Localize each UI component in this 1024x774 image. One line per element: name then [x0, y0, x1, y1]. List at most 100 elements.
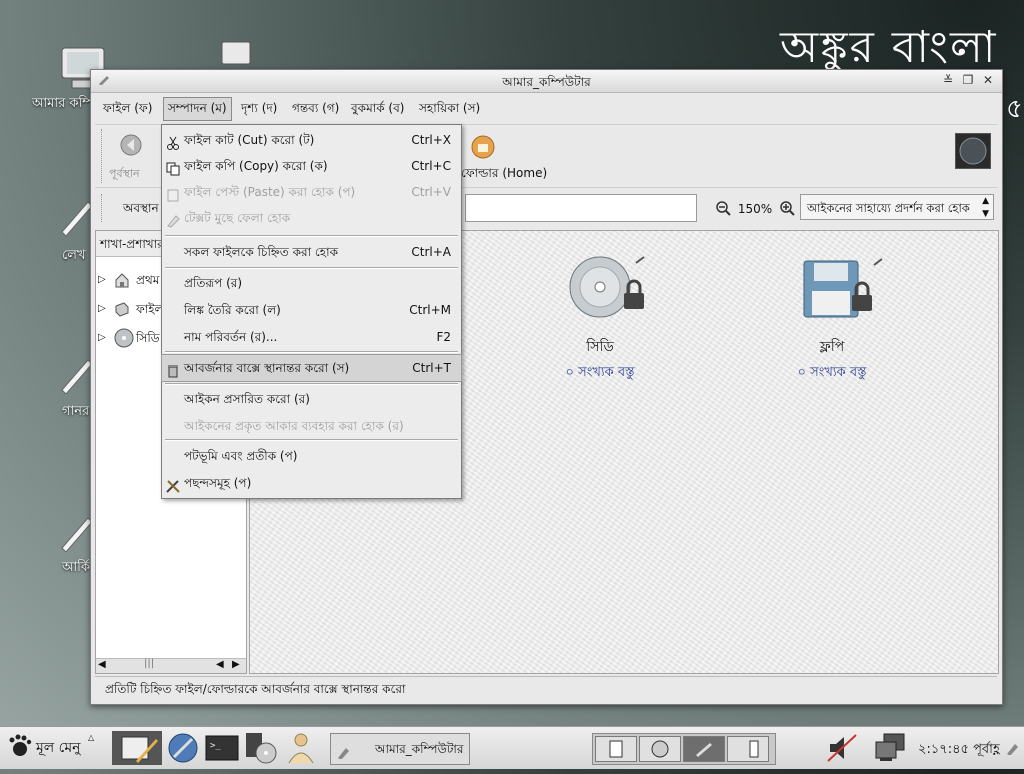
menu-item-label: ফাইল কাট (Cut) করো (ট): [184, 133, 315, 147]
launcher-editor-icon[interactable]: [112, 731, 162, 765]
shade-icon[interactable]: ≚: [941, 73, 955, 87]
expander-icon[interactable]: ▷: [98, 325, 106, 351]
expander-icon[interactable]: ▷: [98, 267, 106, 293]
workspace-2[interactable]: [639, 736, 681, 762]
workspace-3-active[interactable]: [683, 736, 725, 762]
scroll-right-icon[interactable]: ▶: [232, 659, 240, 670]
menu-item-rename[interactable]: নাম পরিবর্তন (র)... F2: [162, 324, 461, 350]
cd-info: ০ সংখ্যক বস্তু: [565, 365, 635, 380]
menu-item-label: নাম পরিবর্তন (র)...: [184, 330, 278, 344]
home-button-label[interactable]: ফোল্ডার (Home): [461, 165, 547, 185]
desktop-icon-label-writer[interactable]: লেখ: [62, 246, 86, 267]
network-icon[interactable]: [872, 732, 908, 767]
menu-item-select-all[interactable]: সকল ফাইলকে চিহ্নিত করা হোক Ctrl+A: [162, 239, 461, 265]
menu-item-move-to-trash[interactable]: আবর্জনার বাক্সে স্থানান্তর করো (স) Ctrl+…: [161, 354, 462, 382]
task-window-icon: [337, 740, 351, 770]
workspace-pager: [592, 733, 776, 765]
desktop-edge-glyph: ৫: [1006, 94, 1023, 124]
writer-desktop-icon[interactable]: [58, 196, 94, 239]
menu-item-copy[interactable]: ফাইল কপি (Copy) করো (ক) Ctrl+C: [162, 153, 461, 179]
floppy-info: ০ সংখ্যক বস্তু: [797, 365, 867, 380]
floppy-label[interactable]: ফ্লপি: [782, 335, 882, 359]
menu-item-label: পটভূমি এবং প্রতীক (প): [184, 449, 298, 463]
location-label: অবস্থান: [123, 201, 159, 215]
location-input[interactable]: [465, 194, 697, 222]
tray-pen-icon[interactable]: [1006, 741, 1020, 758]
menu-item-shortcut: Ctrl+A: [411, 245, 451, 259]
workspace-4[interactable]: [727, 736, 769, 762]
view-mode-value: আইকনের সাহায্যে প্রদর্শন করা হোক: [807, 201, 970, 215]
menu-item-shortcut: Ctrl+V: [411, 185, 451, 199]
menu-item-shortcut: F2: [436, 330, 451, 344]
launcher-media-icon[interactable]: [244, 731, 278, 768]
menu-item-duplicate[interactable]: প্রতিরূপ (র): [162, 270, 461, 296]
menu-item-stretch-icon[interactable]: আইকন প্রসারিত করো (র): [162, 386, 461, 412]
close-icon[interactable]: ✕: [981, 73, 995, 87]
menu-bookmarks[interactable]: বুকমার্ক (ব): [347, 97, 408, 119]
locbar-grip[interactable]: [101, 194, 106, 222]
back-button-label[interactable]: পূর্বস্থান: [109, 165, 140, 184]
desktop-icon-label-music[interactable]: গানর: [62, 402, 89, 423]
menu-separator: [165, 267, 458, 269]
home-folder-icon: [114, 271, 130, 297]
zoom-in-icon[interactable]: [779, 200, 795, 219]
tree-item-label: প্রথম: [136, 273, 160, 287]
tree-item-label: ফাইল: [136, 302, 164, 316]
menu-item-preferences[interactable]: পছন্দসমূহ (প): [162, 470, 461, 496]
task-window-label: আমার_কম্পিউটার: [375, 742, 464, 756]
toolbar-grip[interactable]: [101, 129, 106, 183]
back-icon[interactable]: [119, 133, 143, 160]
launcher-terminal-icon[interactable]: >_: [204, 733, 240, 766]
window-titlebar[interactable]: আমার_কম্পিউটার ≚ ❐ ✕: [91, 70, 1002, 93]
menu-item-make-link[interactable]: লিঙ্ক তৈরি করো (ল) Ctrl+M: [162, 297, 461, 323]
music-desktop-icon[interactable]: [58, 354, 94, 397]
horizontal-scrollbar[interactable]: ◀ ||| ◀ ▶: [96, 658, 246, 673]
workspace-1[interactable]: [595, 736, 637, 762]
launcher-browser-icon[interactable]: [166, 731, 200, 768]
volume-muted-icon[interactable]: [824, 733, 860, 766]
menu-item-backgrounds-emblems[interactable]: পটভূমি এবং প্রতীক (প): [162, 443, 461, 469]
menu-item-cut[interactable]: ফাইল কাট (Cut) করো (ট) Ctrl+X: [162, 127, 461, 153]
menu-view[interactable]: দৃশ্য (দ): [237, 97, 281, 119]
main-menu-label: মূল মেনু: [36, 740, 81, 756]
menu-file[interactable]: ফাইল (ফ): [99, 97, 156, 119]
menu-item-restore-icon-size: আইকনের প্রকৃত আকার ব্যবহার করা হোক (র): [162, 413, 461, 439]
menu-item-shortcut: Ctrl+C: [411, 159, 451, 173]
menu-separator: [165, 439, 458, 441]
zoom-value[interactable]: 150%: [738, 202, 772, 216]
menu-item-shortcut: Ctrl+X: [411, 133, 451, 147]
status-bar: প্রতিটি চিহ্নিত ফাইল/ফোল্ডারকে আবর্জনার …: [95, 676, 997, 700]
edit-menu-dropdown: ফাইল কাট (Cut) করো (ট) Ctrl+X ফাইল কপি (…: [161, 124, 462, 499]
expander-icon[interactable]: ▷: [98, 296, 106, 322]
trash-icon: [166, 361, 180, 378]
menu-item-label: সকল ফাইলকে চিহ্নিত করা হোক: [184, 245, 338, 259]
scroll-thumb[interactable]: |||: [144, 658, 154, 669]
menu-item-label: প্রতিরূপ (র): [184, 276, 243, 290]
drive-icon: [114, 300, 130, 326]
menu-item-paste: ফাইল পেস্ট (Paste) করা হোক (প) Ctrl+V: [162, 179, 461, 205]
tree-item-label: সিডি: [136, 331, 160, 345]
menu-separator: [165, 351, 458, 353]
menu-separator: [165, 235, 458, 237]
menu-item-label: লিঙ্ক তৈরি করো (ল): [184, 303, 281, 317]
zoom-out-icon[interactable]: [715, 200, 731, 219]
scroll-left-icon[interactable]: ◀: [98, 659, 106, 670]
taskbar-window-button[interactable]: আমার_কম্পিউটার: [330, 733, 470, 765]
menu-help[interactable]: সহায়িকা (স): [415, 97, 484, 119]
menu-go[interactable]: গন্তব্য (গ): [288, 97, 343, 119]
archive-desktop-icon[interactable]: [58, 512, 94, 555]
main-menu-button[interactable]: মূল মেনু △: [4, 731, 94, 765]
menu-edit[interactable]: সম্পাদন (ম): [163, 97, 232, 121]
menu-separator: [165, 383, 458, 385]
view-mode-select[interactable]: আইকনের সাহায্যে প্রদর্শন করা হোক ▲ ▼: [800, 194, 994, 220]
launcher-messenger-icon[interactable]: [284, 731, 318, 768]
home-icon[interactable]: [471, 135, 495, 162]
cd-label[interactable]: সিডি: [550, 335, 650, 359]
clock[interactable]: ২:১৭:৪৫ পূর্বাহ্ণ: [918, 740, 1000, 761]
scroll-left-icon[interactable]: ◀: [216, 659, 224, 670]
floppy-icon[interactable]: [802, 257, 886, 324]
maximize-icon[interactable]: ❐: [961, 73, 975, 87]
desktop-icon-label-archive[interactable]: আর্কি: [62, 558, 90, 579]
cd-icon[interactable]: [568, 255, 652, 322]
menu-item-label: আইকন প্রসারিত করো (র): [184, 392, 310, 406]
